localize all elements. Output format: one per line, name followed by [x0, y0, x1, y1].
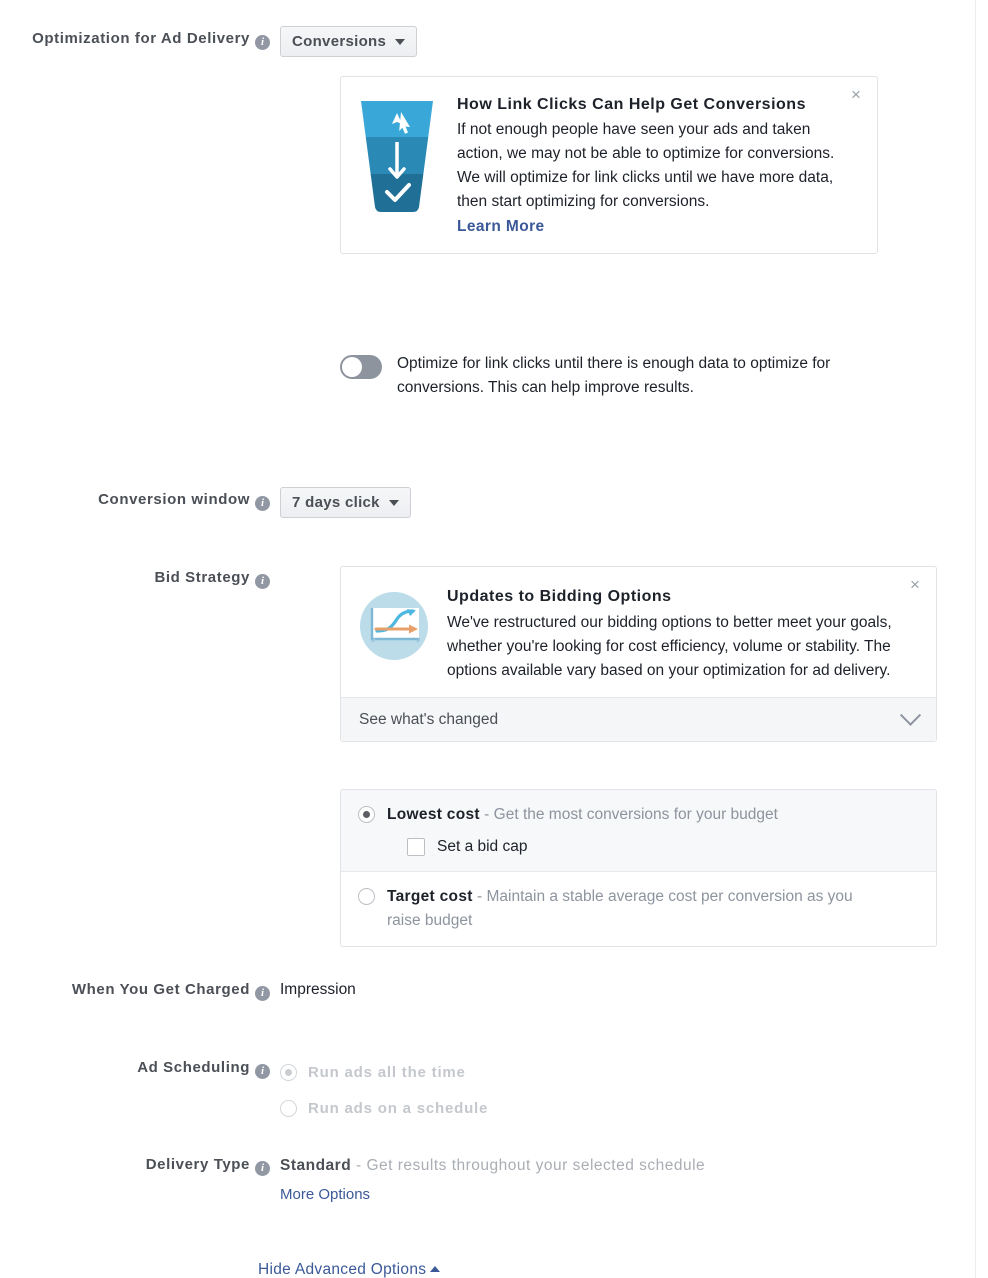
bidding-card-content: Updates to Bidding Options We've restruc… — [447, 585, 922, 683]
delivery-type-info-wrap: i — [255, 1154, 270, 1179]
info-icon[interactable]: i — [255, 496, 270, 511]
delivery-type-label-col: Delivery Type i — [0, 1152, 280, 1206]
chevron-down-icon — [395, 38, 406, 45]
bid-strategy-row: Bid Strategy i — [0, 565, 280, 592]
when-charged-row: When You Get Charged i Impression — [0, 977, 356, 1004]
optimization-row: Optimization for Ad Delivery i Conversion… — [0, 26, 418, 57]
bidding-card-title: Updates to Bidding Options — [447, 588, 672, 605]
hide-advanced-options-link[interactable]: Hide Advanced Options — [258, 1261, 441, 1278]
see-whats-changed-label: See what's changed — [359, 710, 499, 728]
run-ads-on-a-schedule-label: Run ads on a schedule — [308, 1099, 489, 1117]
delivery-type-description: Get results throughout your selected sch… — [366, 1157, 706, 1174]
optimization-label: Optimization for Ad Delivery — [32, 30, 250, 47]
panel-divider — [975, 0, 976, 1278]
radio-run-ads-all-the-time — [280, 1063, 297, 1081]
line-chart-icon — [359, 585, 447, 683]
optimize-link-clicks-toggle[interactable] — [340, 355, 382, 379]
bid-option-target-cost[interactable]: Target cost - Maintain a stable average … — [341, 872, 936, 946]
delivery-type-row: Delivery Type i Standard - Get results th… — [0, 1152, 800, 1206]
target-cost-body: Target cost - Maintain a stable average … — [387, 885, 922, 933]
info-icon[interactable]: i — [255, 574, 270, 589]
delivery-type-label: Delivery Type — [145, 1156, 250, 1173]
hide-advanced-options-label: Hide Advanced Options — [258, 1261, 427, 1278]
run-ads-all-the-time-label: Run ads all the time — [308, 1063, 466, 1081]
link-clicks-card-body-text: If not enough people have seen your ads … — [457, 121, 835, 210]
when-charged-field-col: Impression — [280, 977, 356, 1004]
optimization-dropdown-value: Conversions — [292, 33, 387, 50]
ad-scheduling-field-col: Run ads all the time Run ads on a schedu… — [280, 1055, 488, 1123]
link-clicks-card-body: How Link Clicks Can Help Get Conversions… — [341, 77, 877, 253]
chevron-up-icon — [430, 1266, 441, 1272]
learn-more-link[interactable]: Learn More — [457, 215, 545, 239]
radio-run-ads-on-a-schedule — [280, 1099, 297, 1117]
link-clicks-card-content: How Link Clicks Can Help Get Conversions… — [457, 93, 863, 239]
chevron-down-icon — [899, 704, 922, 726]
lowest-cost-description: Get the most conversions for your budget — [493, 806, 778, 823]
close-icon[interactable]: × — [906, 576, 924, 594]
lowest-cost-name: Lowest cost — [387, 806, 480, 823]
set-a-bid-cap-label: Set a bid cap — [437, 838, 528, 855]
ad-set-advanced-options-panel: Optimization for Ad Delivery i Conversion… — [0, 0, 988, 1278]
optimization-info-wrap: i — [255, 28, 270, 53]
delivery-type-field-col: Standard - Get results throughout your s… — [280, 1152, 800, 1206]
lowest-cost-body: Lowest cost - Get the most conversions f… — [387, 803, 922, 858]
when-charged-label: When You Get Charged — [71, 981, 250, 998]
when-charged-info-wrap: i — [255, 979, 270, 1004]
checkbox-set-a-bid-cap[interactable] — [407, 838, 425, 856]
info-icon[interactable]: i — [255, 35, 270, 50]
link-clicks-info-card: × How Link Clicks Can Help Get Conversio… — [340, 76, 878, 254]
radio-lowest-cost[interactable] — [358, 806, 375, 823]
chevron-down-icon — [388, 499, 399, 506]
see-whats-changed-row[interactable]: See what's changed — [341, 697, 936, 741]
conversion-window-dropdown[interactable]: 7 days click — [280, 487, 411, 518]
conversion-window-info-wrap: i — [255, 489, 270, 514]
ad-scheduling-label: Ad Scheduling — [137, 1059, 250, 1076]
set-bid-cap-row[interactable]: Set a bid cap — [407, 836, 922, 858]
target-cost-name: Target cost — [387, 888, 473, 905]
conversion-window-dropdown-value: 7 days click — [292, 494, 380, 511]
bid-option-lowest-cost[interactable]: Lowest cost - Get the most conversions f… — [341, 790, 936, 872]
link-clicks-card-title: How Link Clicks Can Help Get Conversions — [457, 96, 806, 113]
bid-strategy-info-wrap: i — [255, 567, 270, 592]
delivery-type-value: Standard - Get results throughout your s… — [280, 1153, 800, 1179]
bid-strategy-options: Lowest cost - Get the most conversions f… — [340, 789, 937, 947]
target-cost-line: Target cost - Maintain a stable average … — [387, 885, 857, 933]
bid-strategy-label: Bid Strategy — [154, 569, 250, 586]
info-icon[interactable]: i — [255, 1161, 270, 1176]
ad-scheduling-option-on-a-schedule: Run ads on a schedule — [280, 1093, 488, 1123]
ad-scheduling-row: Ad Scheduling i Run ads all the time Run … — [0, 1055, 488, 1123]
ad-scheduling-option-all-the-time: Run ads all the time — [280, 1057, 488, 1087]
bidding-card-body: Updates to Bidding Options We've restruc… — [341, 567, 936, 697]
conversion-window-label: Conversion window — [98, 491, 250, 508]
delivery-type-separator: - — [351, 1157, 367, 1174]
more-options-link[interactable]: More Options — [280, 1184, 370, 1206]
optimization-label-col: Optimization for Ad Delivery i — [0, 26, 280, 57]
optimize-link-clicks-toggle-label: Optimize for link clicks until there is … — [397, 355, 831, 396]
conversion-window-label-col: Conversion window i — [0, 487, 280, 518]
close-icon[interactable]: × — [847, 86, 865, 104]
bidding-card-body-text: We've restructured our bidding options t… — [447, 614, 892, 679]
optimization-field-col: Conversions — [280, 26, 418, 57]
lowest-cost-line: Lowest cost - Get the most conversions f… — [387, 803, 922, 827]
info-icon[interactable]: i — [255, 986, 270, 1001]
lowest-cost-separator: - — [479, 806, 494, 823]
radio-target-cost[interactable] — [358, 888, 375, 905]
ad-scheduling-info-wrap: i — [255, 1057, 270, 1082]
when-charged-label-col: When You Get Charged i — [0, 977, 280, 1004]
delivery-type-name: Standard — [280, 1157, 352, 1174]
funnel-icon — [357, 93, 457, 239]
optimization-dropdown[interactable]: Conversions — [280, 26, 418, 57]
when-charged-value: Impression — [280, 981, 356, 998]
conversion-window-field-col: 7 days click — [280, 487, 411, 518]
bid-strategy-label-col: Bid Strategy i — [0, 565, 280, 592]
info-icon[interactable]: i — [255, 1064, 270, 1079]
conversion-window-row: Conversion window i 7 days click — [0, 487, 411, 518]
bidding-updates-card: × Updates to Bidding Options We've restr… — [340, 566, 937, 742]
ad-scheduling-label-col: Ad Scheduling i — [0, 1055, 280, 1123]
toggle-knob — [342, 357, 362, 377]
optimize-link-clicks-toggle-row: Optimize for link clicks until there is … — [340, 352, 847, 400]
target-cost-separator: - — [472, 888, 487, 905]
